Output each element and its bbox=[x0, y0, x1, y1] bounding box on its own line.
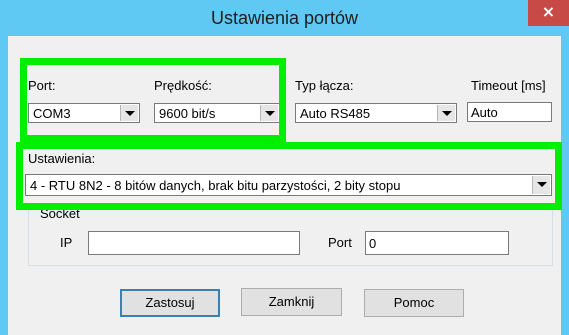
settings-highlight bbox=[16, 142, 562, 210]
apply-button[interactable]: Zastosuj bbox=[120, 289, 220, 317]
chevron-down-icon[interactable] bbox=[437, 105, 455, 121]
socket-port-input[interactable] bbox=[366, 232, 508, 254]
timeout-label: Timeout [ms] bbox=[471, 78, 546, 93]
help-button[interactable]: Pomoc bbox=[364, 289, 464, 317]
port-speed-highlight bbox=[20, 58, 286, 142]
ip-input[interactable] bbox=[89, 232, 299, 254]
socket-port-field[interactable] bbox=[365, 231, 509, 255]
timeout-input[interactable] bbox=[468, 103, 551, 121]
close-icon[interactable]: × bbox=[528, 0, 569, 26]
link-type-select-value: Auto RS485 bbox=[300, 106, 371, 121]
dialog-client-area: Socket Port: COM3 Prędkość: 9600 bit/s T… bbox=[8, 36, 562, 335]
window-title: Ustawienia portów bbox=[210, 8, 359, 28]
socket-port-label: Port bbox=[328, 235, 352, 250]
ip-label: IP bbox=[60, 235, 73, 250]
ip-field[interactable] bbox=[88, 231, 300, 255]
title-bar[interactable]: Ustawienia portów × bbox=[0, 0, 569, 36]
dialog-window: Ustawienia portów × Socket Port: COM3 Pr… bbox=[0, 0, 569, 335]
timeout-field[interactable] bbox=[467, 102, 552, 122]
close-button[interactable]: Zamknij bbox=[241, 288, 342, 316]
link-type-label: Typ łącza: bbox=[295, 78, 354, 93]
link-type-select[interactable]: Auto RS485 bbox=[295, 103, 457, 123]
